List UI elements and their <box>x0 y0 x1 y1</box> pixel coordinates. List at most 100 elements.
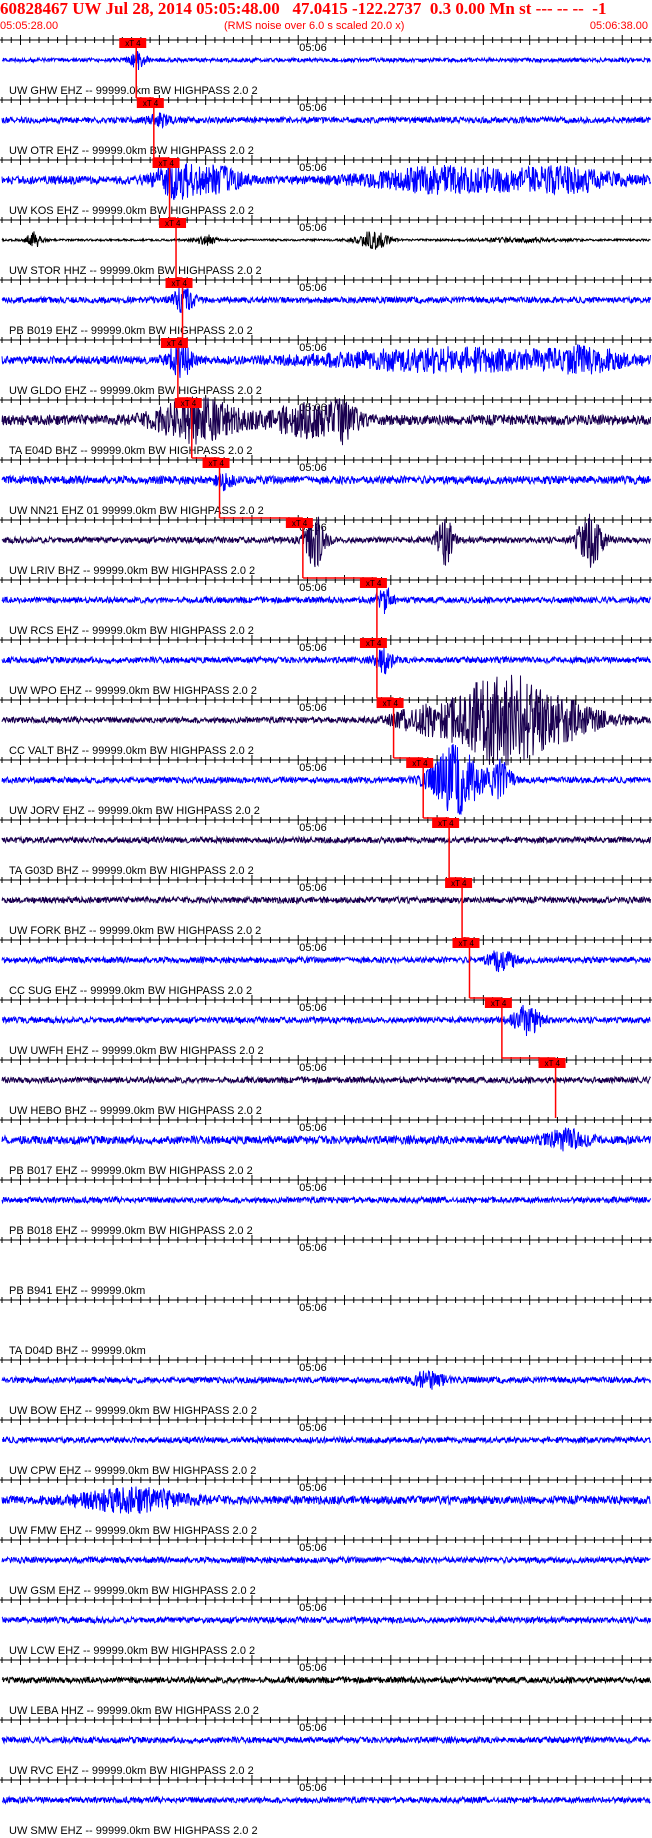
waveform <box>1 1075 651 1085</box>
pick-label: xT 4 <box>491 999 507 1008</box>
axis-tick-label: 05:06 <box>299 882 327 894</box>
waveform <box>1 112 651 130</box>
pick-label: xT 4 <box>545 1059 561 1068</box>
axis-tick-label: 05:06 <box>299 702 327 714</box>
trace-11: 05:06 UW WPO EHZ -- 99999.0km BW HIGHPASS… <box>0 635 652 697</box>
axis-tick-label: 05:06 <box>299 1122 327 1134</box>
trace-label: UW BOW EHZ -- 99999.0km BW HIGHPASS 2.0 … <box>9 1405 257 1417</box>
axis-tick-label: 05:06 <box>299 1782 327 1794</box>
trace-label: UW WPO EHZ -- 99999.0km BW HIGHPASS 2.0 … <box>9 685 257 697</box>
waveform <box>1 835 651 845</box>
waveform <box>1 1735 651 1745</box>
trace-9: 05:06UW LRIV BHZ -- 99999.0km BW HIGHPAS… <box>0 513 652 577</box>
pick-label: xT 4 <box>181 399 197 408</box>
trace-label: TA E04D BHZ -- 99999.0km BW HIGHPASS 2.0… <box>9 445 253 457</box>
axis-tick-label: 05:06 <box>299 282 327 294</box>
trace-label: UW SMW EHZ -- 99999.0km BW HIGHPASS 2.0 … <box>9 1825 258 1837</box>
trace-label: UW JORV EHZ -- 99999.0km BW HIGHPASS 2.0… <box>9 805 260 817</box>
pick-markers: xT 4 xT 4 xT 4 xT 4 xT 4 xT 4 xT 4 xT 4 xT 4 xT 4… <box>119 38 566 1118</box>
trace-25: 05:06 UW FMW EHZ -- 99999.0km BW HIGHPASS… <box>0 1475 652 1537</box>
waveform <box>1 1795 651 1805</box>
trace-20: 05:06 PB B018 EHZ -- 99999.0km BW HIGHPAS… <box>0 1175 652 1237</box>
trace-2: 05:06 UW OTR EHZ -- 99999.0km BW HIGHPASS… <box>0 95 652 157</box>
trace-label: PB B941 EHZ -- 99999.0km <box>9 1285 145 1297</box>
trace-label: UW LEBA HHZ -- 99999.0km BW HIGHPASS 2.0… <box>9 1705 259 1717</box>
pick-label: xT 4 <box>451 879 467 888</box>
trace-16: 05:06 CC SUG EHZ -- 99999.0km BW HIGHPASS… <box>0 935 652 997</box>
trace-28: 05:06 UW LEBA HHZ -- 99999.0km BW HIGHPAS… <box>0 1655 652 1717</box>
waveform <box>1 1195 651 1205</box>
trace-label: UW FMW EHZ -- 99999.0km BW HIGHPASS 2.0 … <box>9 1525 257 1537</box>
axis-tick-label: 05:06 <box>299 222 327 234</box>
trace-label: UW GLDO EHZ -- 99999.0km BW HIGHPASS 2.0… <box>9 385 262 397</box>
pick-label: xT 4 <box>172 279 188 288</box>
waveform <box>1 473 651 492</box>
axis-tick-label: 05:06 <box>299 462 327 474</box>
trace-label: UW CPW EHZ -- 99999.0km BW HIGHPASS 2.0 … <box>9 1465 256 1477</box>
pick-label: xT 4 <box>366 579 382 588</box>
trace-label: PB B017 EHZ -- 99999.0km BW HIGHPASS 2.0… <box>9 1165 253 1177</box>
trace-label: TA G03D BHZ -- 99999.0km BW HIGHPASS 2.0… <box>9 865 254 877</box>
trace-label: UW FORK BHZ -- 99999.0km BW HIGHPASS 2.0… <box>9 925 261 937</box>
pick-label: xT 4 <box>366 639 382 648</box>
trace-26: 05:06 UW GSM EHZ -- 99999.0km BW HIGHPASS… <box>0 1535 652 1597</box>
trace-10: 05:06 UW RCS EHZ -- 99999.0km BW HIGHPASS… <box>0 575 652 637</box>
pick-label: xT 4 <box>292 519 308 528</box>
trace-label: UW NN21 EHZ 01 99999.0km BW HIGHPASS 2.0… <box>9 505 264 517</box>
axis-tick-label: 05:06 <box>299 1542 327 1554</box>
axis-tick-label: 05:06 <box>299 642 327 654</box>
trace-22: 05:06 TA D04D BHZ -- 99999.0km <box>0 1295 652 1357</box>
trace-19: 05:06 PB B017 EHZ -- 99999.0km BW HIGHPAS… <box>0 1115 652 1177</box>
axis-tick-label: 05:06 <box>299 1602 327 1614</box>
axis-tick-label: 05:06 <box>299 102 327 114</box>
axis-tick-label: 05:06 <box>299 1422 327 1434</box>
axis-tick-label: 05:06 <box>299 1362 327 1374</box>
pick-label: xT 4 <box>209 459 225 468</box>
pick-label: xT 4 <box>412 759 428 768</box>
waveform <box>1 231 651 250</box>
pick-label: xT 4 <box>438 819 454 828</box>
trace-label: UW HEBO BHZ -- 99999.0km BW HIGHPASS 2.0… <box>9 1105 262 1117</box>
pick-label: xT 4 <box>125 39 141 48</box>
trace-label: UW RVC EHZ -- 99999.0km BW HIGHPASS 2.0 … <box>9 1765 254 1777</box>
trace-label: UW OTR EHZ -- 99999.0km BW HIGHPASS 2.0 … <box>9 145 254 157</box>
axis-tick-label: 05:06 <box>299 582 327 594</box>
pick-label: xT 4 <box>167 339 183 348</box>
trace-3: 05:06 UW KOS EHZ -- 99999.0km BW HIGHPASS… <box>0 155 652 217</box>
pick-label: xT 4 <box>165 219 181 228</box>
trace-label: TA D04D BHZ -- 99999.0km <box>9 1345 146 1357</box>
trace-label: CC VALT BHZ -- 99999.0km BW HIGHPASS 2.0… <box>9 745 254 757</box>
trace-label: UW UWFH EHZ -- 99999.0km BW HIGHPASS 2.0… <box>9 1045 264 1057</box>
trace-label: PB B018 EHZ -- 99999.0km BW HIGHPASS 2.0… <box>9 1225 253 1237</box>
axis-tick-label: 05:06 <box>299 1662 327 1674</box>
pick-label: xT 4 <box>159 159 175 168</box>
waveform <box>1 1675 651 1685</box>
axis-tick-label: 05:06 <box>299 42 327 54</box>
axis-tick-label: 05:06 <box>299 1002 327 1014</box>
axis-tick-label: 05:06 <box>299 1182 327 1194</box>
trace-label: CC SUG EHZ -- 99999.0km BW HIGHPASS 2.0 … <box>9 985 252 997</box>
trace-label: UW STOR HHZ -- 99999.0km BW HIGHPASS 2.0… <box>9 265 262 277</box>
trace-label: UW GHW EHZ -- 99999.0km BW HIGHPASS 2.0 … <box>9 85 258 97</box>
trace-6: 05:06 UW GLDO EHZ -- 99999.0km BW HIGHPAS… <box>0 335 652 397</box>
pick-label: xT 4 <box>458 939 474 948</box>
trace-23: 05:06 UW BOW EHZ -- 99999.0km BW HIGHPASS… <box>0 1355 652 1417</box>
axis-tick-label: 05:06 <box>299 1722 327 1734</box>
trace-21: 05:06 PB B941 EHZ -- 99999.0km <box>0 1235 652 1297</box>
trace-29: 05:06 UW RVC EHZ -- 99999.0km BW HIGHPASS… <box>0 1715 652 1777</box>
waveform <box>1 895 651 905</box>
axis-tick-label: 05:06 <box>299 1302 327 1314</box>
axis-tick-label: 05:06 <box>299 762 327 774</box>
waveform <box>1 1615 651 1625</box>
seismogram-plot: 05:06 UW GHW EHZ -- 99999.0km BW HIGHPASS… <box>0 35 652 1837</box>
trace-14: 05:06 TA G03D BHZ -- 99999.0km BW HIGHPAS… <box>0 815 652 877</box>
pick-label: xT 4 <box>383 699 399 708</box>
trace-24: 05:06 UW CPW EHZ -- 99999.0km BW HIGHPASS… <box>0 1415 652 1477</box>
pick-label: xT 4 <box>143 99 159 108</box>
axis-tick-label: 05:06 <box>299 1482 327 1494</box>
trace-label: UW GSM EHZ -- 99999.0km BW HIGHPASS 2.0 … <box>9 1585 256 1597</box>
axis-tick-label: 05:06 <box>299 162 327 174</box>
axis-tick-label: 05:06 <box>299 342 327 354</box>
trace-7: 05:06TA E04D BHZ -- 99999.0km BW HIGHPAS… <box>0 395 652 457</box>
trace-27: 05:06 UW LCW EHZ -- 99999.0km BW HIGHPASS… <box>0 1595 652 1657</box>
